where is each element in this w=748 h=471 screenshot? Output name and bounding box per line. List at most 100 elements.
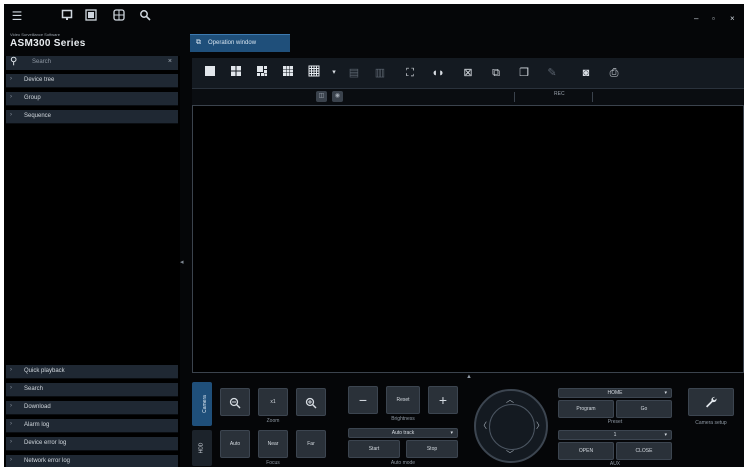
tab-hdd[interactable]: HDD xyxy=(192,430,212,466)
auto-mode-value: Auto track xyxy=(391,430,415,436)
zoom-out-icon xyxy=(229,397,241,409)
tab-camera[interactable]: Camera xyxy=(192,382,212,426)
chevron-right-icon: › xyxy=(10,457,12,463)
chevron-down-icon: ▾ xyxy=(664,432,667,438)
grid-icon[interactable] xyxy=(112,9,126,23)
edit-icon[interactable]: ✎ xyxy=(544,65,560,81)
panel-item-alarm-log[interactable]: › Alarm log xyxy=(6,419,178,433)
aux-open-button[interactable]: OPEN xyxy=(558,442,614,460)
layout-9-icon[interactable] xyxy=(280,65,296,81)
pan-up-icon[interactable]: ︿ xyxy=(506,394,514,405)
ptz-joystick[interactable]: ︿ ﹀ 〈 〉 xyxy=(474,389,548,463)
focus-near-button[interactable]: Near xyxy=(258,430,288,458)
layout-4-icon[interactable] xyxy=(228,65,244,81)
search-bar[interactable]: ⚲ Search × xyxy=(6,56,178,70)
close-button[interactable]: × xyxy=(730,14,735,23)
zoom-in-button[interactable] xyxy=(296,388,326,416)
camera-icon[interactable]: ◙ xyxy=(578,65,594,81)
tree-item-group[interactable]: › Group xyxy=(6,92,178,106)
preset-label: Preset xyxy=(607,419,623,425)
menu-icon[interactable]: ☰ xyxy=(10,9,24,23)
seq-prev-icon[interactable]: ▤ xyxy=(346,65,362,81)
focus-far-button[interactable]: Far xyxy=(296,430,326,458)
camera-setup-button[interactable] xyxy=(688,388,734,416)
panel-item-network-error-log[interactable]: › Network error log xyxy=(6,455,178,467)
rec-indicator: REC xyxy=(554,91,565,97)
panel-item-label: Search xyxy=(24,386,44,392)
camera-status-icon[interactable]: ◫ xyxy=(316,91,327,102)
layout-6-icon[interactable] xyxy=(254,65,270,81)
layout-1-icon[interactable] xyxy=(202,65,218,81)
app-subtitle: Video Surveillance Software xyxy=(10,32,60,37)
video-display-area[interactable] xyxy=(192,105,744,373)
collapse-panel-icon[interactable]: ◂ xyxy=(180,258,184,266)
chevron-right-icon: › xyxy=(10,76,12,82)
paste-icon[interactable]: ❐ xyxy=(516,65,532,81)
pan-left-icon[interactable]: 〈 xyxy=(479,420,487,431)
pan-right-icon[interactable]: 〉 xyxy=(536,420,544,431)
tree-item-label: Device tree xyxy=(24,77,55,83)
panel-item-search[interactable]: › Search xyxy=(6,383,178,397)
chevron-right-icon: › xyxy=(10,439,12,445)
zoom-out-button[interactable] xyxy=(220,388,250,416)
dropdown-icon[interactable]: ▾ xyxy=(326,65,342,81)
tree-item-device-tree[interactable]: › Device tree xyxy=(6,74,178,88)
preset-select[interactable]: HOME ▾ xyxy=(558,388,672,398)
panel-item-label: Alarm log xyxy=(24,422,50,428)
brightness-plus-button[interactable]: + xyxy=(428,386,458,414)
chevron-right-icon: › xyxy=(10,421,12,427)
chevron-right-icon: › xyxy=(10,94,12,100)
focus-label: Focus xyxy=(266,460,280,466)
auto-mode-stop-button[interactable]: Stop xyxy=(406,440,458,458)
application-window: ☰ – ▫ × Video Surveillance Software ASM3… xyxy=(4,4,744,467)
print-icon[interactable]: ⎙ xyxy=(606,65,622,81)
maximize-button[interactable]: ▫ xyxy=(712,14,715,23)
preset-go-button[interactable]: Go xyxy=(616,400,672,418)
chevron-right-icon: › xyxy=(10,112,12,118)
divider xyxy=(514,92,515,102)
top-bar: ☰ – ▫ × xyxy=(4,4,744,34)
status-subbar: ◫ ◉ REC xyxy=(192,89,744,105)
tree-item-label: Group xyxy=(24,95,41,101)
tree-item-sequence[interactable]: › Sequence xyxy=(6,110,178,124)
copy-icon[interactable]: ⧉ xyxy=(488,65,504,81)
search-icon[interactable] xyxy=(138,9,152,23)
tab-operation-window[interactable]: ⧉ Operation window xyxy=(190,34,290,52)
clear-search-icon[interactable]: × xyxy=(168,58,172,65)
focus-auto-button[interactable]: Auto xyxy=(220,430,250,458)
tab-label: Operation window xyxy=(208,40,257,46)
preset-value: HOME xyxy=(607,390,623,396)
chevron-down-icon: ▾ xyxy=(664,390,667,396)
tree-item-label: Sequence xyxy=(24,113,52,119)
layout-toolbar: ▾ ▤ ▥ ⛶ ◖◗ ⊠ ⧉ ❐ ✎ ◙ ⎙ xyxy=(192,58,744,89)
aux-select[interactable]: 1 ▾ xyxy=(558,430,672,440)
monitor-icon[interactable] xyxy=(60,9,74,23)
panel-item-quick-playback[interactable]: › Quick playback xyxy=(6,365,178,379)
pan-down-icon[interactable]: ﹀ xyxy=(506,449,514,460)
panel-item-device-error-log[interactable]: › Device error log xyxy=(6,437,178,451)
panel-item-label: Download xyxy=(24,404,51,410)
fullscreen-icon[interactable]: ⛶ xyxy=(402,65,418,81)
zoom-x1-button[interactable]: x1 xyxy=(258,388,288,416)
chevron-right-icon: › xyxy=(10,385,12,391)
auto-mode-select[interactable]: Auto track ▾ xyxy=(348,428,458,438)
preset-program-button[interactable]: Program xyxy=(558,400,614,418)
aux-close-button[interactable]: CLOSE xyxy=(616,442,672,460)
audio-icon[interactable]: ◖◗ xyxy=(430,65,446,81)
resize-handle-icon[interactable]: ▲ xyxy=(466,374,472,380)
wrench-icon xyxy=(706,396,717,408)
joystick-ring xyxy=(489,404,535,450)
panel-item-download[interactable]: › Download xyxy=(6,401,178,415)
stop-icon[interactable]: ⊠ xyxy=(460,65,476,81)
minimize-button[interactable]: – xyxy=(694,14,698,23)
brightness-reset-button[interactable]: Reset xyxy=(386,386,420,414)
auto-mode-start-button[interactable]: Start xyxy=(348,440,400,458)
search-input[interactable]: Search xyxy=(32,59,51,65)
seq-next-icon[interactable]: ▥ xyxy=(372,65,388,81)
zoom-in-icon xyxy=(305,397,317,409)
zoom-label: Zoom xyxy=(266,418,280,424)
window-icon[interactable] xyxy=(84,9,98,23)
layout-16-icon[interactable] xyxy=(306,65,322,81)
settings-status-icon[interactable]: ◉ xyxy=(332,91,343,102)
brightness-minus-button[interactable]: − xyxy=(348,386,378,414)
